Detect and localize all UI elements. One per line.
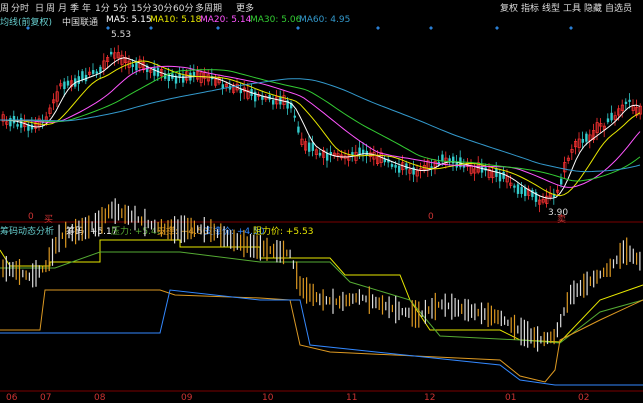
candle-body	[624, 101, 628, 105]
support-price-line	[0, 289, 643, 386]
candle-body	[182, 75, 185, 83]
x-axis-label: 09	[181, 393, 193, 403]
candle-body	[448, 158, 451, 162]
event-diamond	[495, 26, 499, 30]
x-axis-label: 06	[6, 393, 18, 403]
price-chart-canvas[interactable]	[0, 0, 643, 403]
candle-body	[318, 152, 322, 156]
candle-body	[131, 64, 134, 67]
high-price-label: 5.53	[111, 30, 132, 40]
candle-body	[560, 178, 563, 185]
candle-body	[498, 173, 502, 182]
stock-chart-window: 周 分时 日 周 月 季 年 1分 5分 15分 30分 60分 多周期 更多 …	[0, 0, 643, 403]
event-diamond	[569, 26, 573, 30]
x-axis-label: 07	[40, 393, 52, 403]
candle-body	[520, 186, 523, 194]
x-axis-label: 01	[505, 393, 517, 403]
candle-body	[606, 118, 610, 123]
signal-marker: 0	[28, 212, 34, 222]
event-diamond	[149, 26, 153, 30]
event-diamond	[429, 26, 433, 30]
candle-body	[9, 118, 12, 127]
candle-body	[513, 185, 516, 188]
candle-body	[610, 112, 613, 121]
candle-body	[153, 67, 156, 76]
event-diamond	[26, 26, 30, 30]
candle-body	[581, 138, 584, 143]
signal-marker-sell: 卖	[557, 215, 567, 225]
candle-body	[92, 70, 95, 74]
candle-body	[308, 142, 311, 152]
candle-body	[585, 133, 588, 142]
event-diamond	[216, 26, 220, 30]
candle-body	[362, 149, 365, 154]
candle-body	[135, 62, 138, 71]
event-diamond	[106, 26, 110, 30]
candle-body	[390, 164, 394, 167]
candle-body	[16, 124, 19, 127]
candle-body	[293, 115, 296, 118]
candle-body	[480, 165, 484, 173]
signal-marker-buy: 买	[44, 215, 54, 225]
candle-body	[81, 71, 84, 80]
x-axis-label: 02	[578, 393, 590, 403]
x-axis-label: 11	[346, 393, 358, 403]
x-axis-label: 12	[424, 393, 436, 403]
candle-body	[77, 76, 80, 84]
event-diamond	[296, 26, 300, 30]
candle-body	[628, 99, 631, 102]
pressure-line	[0, 251, 643, 344]
candle-body	[63, 81, 66, 90]
event-diamond	[376, 26, 380, 30]
candle-body	[452, 156, 455, 164]
resistance-line	[0, 239, 643, 343]
candle-body	[110, 51, 113, 55]
x-axis-label: 08	[94, 393, 106, 403]
candle-body	[311, 142, 314, 151]
x-axis-label: 10	[262, 393, 274, 403]
ma10-line	[0, 60, 641, 197]
candle-body	[272, 100, 275, 105]
candle-body	[524, 187, 527, 197]
candle-body	[516, 184, 520, 194]
candle-body	[66, 80, 70, 86]
candle-body	[502, 171, 505, 179]
candle-body	[394, 164, 397, 168]
candle-body	[95, 71, 98, 74]
candle-body	[297, 126, 300, 133]
candle-body	[398, 165, 401, 173]
candle-body	[365, 150, 368, 156]
support-line	[0, 289, 643, 383]
ma60-line	[0, 78, 641, 173]
signal-marker: 0	[428, 212, 434, 222]
